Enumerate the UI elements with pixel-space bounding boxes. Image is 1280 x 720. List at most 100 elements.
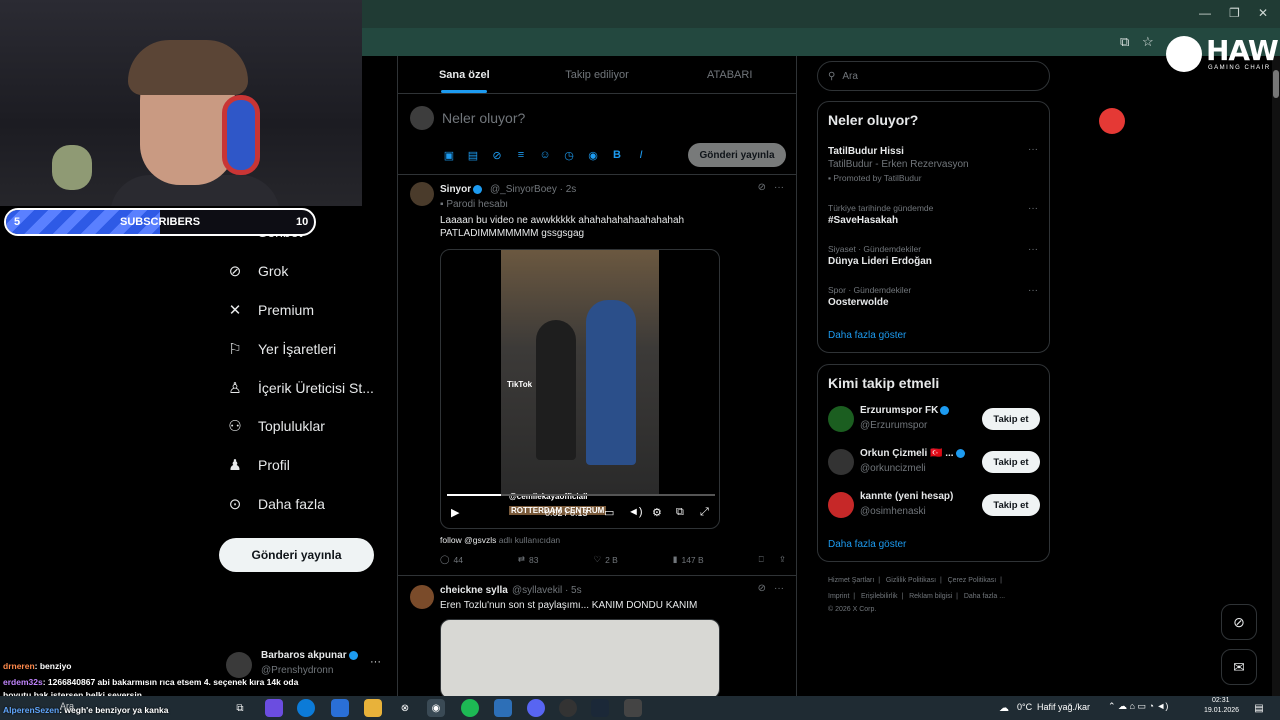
retweet-button[interactable]: ⇄ 83 — [518, 554, 539, 565]
tab-for-you[interactable]: Sana özel — [398, 56, 531, 93]
sidebar-item-grok[interactable]: ⊘ Grok — [226, 256, 289, 286]
video-progress[interactable] — [447, 494, 715, 496]
grok-icon[interactable]: ⊘ — [758, 182, 766, 193]
account-switcher[interactable]: Barbaros akpunar @Prenshydronn ··· — [226, 648, 396, 680]
trend-item[interactable]: Siyaset · Gündemdekiler Dünya Lideri Erd… — [828, 244, 1038, 267]
sidebar-item-bookmarks[interactable]: ⚐ Yer İşaretleri — [226, 334, 336, 364]
obs-icon[interactable] — [559, 699, 577, 717]
messages-float-button[interactable]: ✉ — [1221, 649, 1257, 685]
trend-item[interactable]: Spor · Gündemdekiler Oosterwolde ··· — [828, 285, 1038, 308]
like-button[interactable]: ♡ 2 B — [593, 554, 617, 565]
sidebar-item-more[interactable]: ⊙ Daha fazla — [226, 489, 325, 519]
scrollbar-thumb[interactable] — [1273, 70, 1279, 98]
steam-icon[interactable] — [591, 699, 609, 717]
footer-link-ads[interactable]: Reklam bilgisi — [909, 593, 952, 600]
more-options-icon[interactable]: ··· — [1028, 244, 1038, 255]
volume-icon[interactable]: ◄) — [628, 506, 643, 518]
footer-link-more[interactable]: Daha fazla ... — [964, 593, 1005, 600]
sidebar-item-profile[interactable]: ♟ Profil — [226, 450, 290, 480]
play-icon[interactable]: ▶ — [451, 506, 459, 519]
tweet[interactable]: Sinyor @_SinyorBoey · 2s ⊘ ··· ▪ Parodi … — [398, 176, 796, 576]
compose-input[interactable]: Neler oluyor? — [442, 110, 525, 126]
clock-time[interactable]: 02:31 — [1212, 697, 1230, 704]
publish-button[interactable]: Gönderi yayınla — [688, 143, 786, 167]
calculator-icon[interactable] — [624, 699, 642, 717]
follow-handle[interactable]: follow @gsvzls — [440, 535, 496, 545]
post-button[interactable]: Gönderi yayınla — [219, 538, 374, 572]
show-more-link[interactable]: Daha fazla göster — [828, 330, 906, 341]
avatar[interactable] — [410, 585, 434, 609]
more-options-icon[interactable]: ··· — [774, 583, 784, 594]
tab-following[interactable]: Takip ediliyor — [531, 56, 664, 93]
footer-link-terms[interactable]: Hizmet Şartları — [828, 577, 874, 584]
spotify-icon[interactable] — [461, 699, 479, 717]
follow-suggestion[interactable]: Erzurumspor FK @Erzurumspor Takip et — [828, 403, 1040, 437]
discord-icon[interactable] — [527, 699, 545, 717]
follow-button[interactable]: Takip et — [982, 408, 1040, 430]
fullscreen-icon[interactable]: ⤢ — [700, 506, 709, 519]
sidebar-item-creator-studio[interactable]: ♙ İçerik Üreticisi St... — [226, 373, 374, 403]
follow-button[interactable]: Takip et — [982, 451, 1040, 473]
app-icon[interactable] — [494, 699, 512, 717]
xbox-icon[interactable]: ⊗ — [396, 699, 414, 717]
more-options-icon[interactable]: ··· — [1028, 144, 1038, 155]
grok-float-button[interactable]: ⊘ — [1221, 604, 1257, 640]
footer-link-imprint[interactable]: Imprint — [828, 593, 849, 600]
footer-link-cookies[interactable]: Çerez Politikası — [948, 577, 997, 584]
avatar[interactable] — [410, 182, 434, 206]
minimize-icon[interactable]: — — [1199, 6, 1211, 20]
footer-link-accessibility[interactable]: Erişilebilirlik — [861, 593, 898, 600]
copilot-icon[interactable] — [265, 699, 283, 717]
sidebar-item-premium[interactable]: ✕ Premium — [226, 295, 314, 325]
outlook-icon[interactable] — [331, 699, 349, 717]
share-icon[interactable]: ⇪ — [779, 554, 786, 565]
grok-icon[interactable]: ⊘ — [490, 148, 504, 162]
follow-suggestion[interactable]: kannte (yeni hesap) @osimhenaski Takip e… — [828, 489, 1040, 523]
more-options-icon[interactable]: ··· — [1028, 285, 1038, 296]
tweet-image[interactable] — [440, 619, 720, 699]
tweet[interactable]: cheickne sylla @syllavekil · 5s ⊘ ··· Er… — [398, 577, 796, 699]
more-options-icon[interactable]: ··· — [370, 656, 381, 668]
weather-desc[interactable]: Hafif yağ./kar — [1037, 702, 1090, 712]
more-options-icon[interactable]: ··· — [1028, 203, 1038, 214]
more-options-icon[interactable]: ··· — [774, 182, 784, 193]
video-player[interactable]: TikTok @cemilekayaofficiall ROTTERDAM CE… — [440, 249, 720, 529]
captions-icon[interactable]: ▭ — [604, 506, 614, 519]
bold-icon[interactable]: B — [610, 148, 624, 162]
author-name[interactable]: cheickne sylla — [440, 585, 508, 596]
task-view-icon[interactable]: ⧉ — [231, 699, 249, 717]
maximize-icon[interactable]: ❐ — [1229, 6, 1240, 20]
search-input[interactable]: ⚲ Ara — [817, 61, 1050, 91]
image-icon[interactable]: ▣ — [442, 148, 456, 162]
follow-suggestion[interactable]: Orkun Çizmeli 🇹🇷 ... @orkuncizmeli Takip… — [828, 446, 1040, 480]
location-icon[interactable]: ◉ — [586, 148, 600, 162]
video-frame[interactable]: TikTok — [501, 250, 659, 496]
gif-icon[interactable]: ▤ — [466, 148, 480, 162]
tray-icons[interactable]: ⌃ ☁ ⌂ ▭ ◔ ◄) — [1108, 701, 1168, 712]
close-icon[interactable]: ✕ — [1258, 6, 1268, 20]
tab-atabari[interactable]: ATABARI — [663, 56, 796, 93]
pip-icon[interactable]: ⧉ — [676, 506, 684, 519]
install-app-icon[interactable]: ⧉ — [1120, 34, 1129, 50]
taskbar-search[interactable]: Ara — [60, 701, 74, 711]
clock-date[interactable]: 19.01.2026 — [1204, 707, 1239, 714]
bookmark-icon[interactable]: ⎕ — [759, 554, 764, 565]
edge-icon[interactable] — [297, 699, 315, 717]
emoji-icon[interactable]: ☺ — [538, 148, 552, 162]
weather-temp[interactable]: 0°C — [1017, 702, 1032, 712]
notification-icon[interactable]: ▤ — [1250, 699, 1268, 717]
grok-icon[interactable]: ⊘ — [758, 583, 766, 594]
footer-link-privacy[interactable]: Gizlilik Politikası — [886, 577, 936, 584]
file-explorer-icon[interactable] — [364, 699, 382, 717]
italic-icon[interactable]: I — [634, 148, 648, 162]
reply-button[interactable]: ◯ 44 — [440, 554, 463, 565]
schedule-icon[interactable]: ◷ — [562, 148, 576, 162]
trend-item[interactable]: TatilBudur Hissi TatilBudur - Erken Reze… — [828, 144, 1038, 183]
page-scrollbar[interactable] — [1272, 56, 1280, 696]
follow-button[interactable]: Takip et — [982, 494, 1040, 516]
chrome-icon[interactable]: ◉ — [427, 699, 445, 717]
sidebar-item-communities[interactable]: ⚇ Topluluklar — [226, 411, 325, 441]
weather-icon[interactable]: ☁ — [995, 699, 1013, 717]
poll-icon[interactable]: ≡ — [514, 148, 528, 162]
settings-icon[interactable]: ⚙ — [652, 506, 662, 519]
